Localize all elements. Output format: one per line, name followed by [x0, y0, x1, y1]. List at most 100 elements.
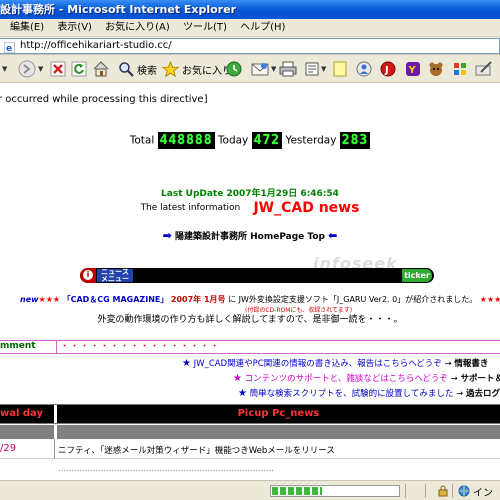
lock-icon	[438, 485, 448, 497]
messenger-button[interactable]	[356, 59, 372, 79]
column-header-day: wal day	[0, 408, 44, 419]
address-bar: e http://officehikariart-studio.cc/	[0, 37, 500, 55]
status-bar: イン	[0, 480, 500, 500]
mail-icon	[251, 63, 269, 76]
red-addon-icon: J	[380, 61, 396, 77]
star-icon: ★	[182, 358, 191, 369]
info-link-search[interactable]: ★ 簡単な検索スクリプトを、試験的に設置してみました → 過去ログ	[238, 387, 500, 399]
magazine-news-body: に JW外変換設定支援ソフト「J_GARU Ver2. 0」が紹介されました。	[228, 295, 478, 304]
info-link-bbs[interactable]: ★ JW_CAD関連やPC関連の情報の書き込み、報告はこちらへどうぞ → 情報書…	[182, 357, 488, 369]
stop-icon	[50, 61, 66, 77]
yesterday-counter: 283	[339, 132, 371, 149]
refresh-button[interactable]	[71, 59, 87, 79]
homepage-top-link[interactable]: 陽建築設計事務所 HomePage Top	[175, 232, 325, 242]
magazine-news: new★★★ 「CAD＆CG MAGAZINE」 2007年 1月号 に JW外…	[20, 294, 500, 305]
messenger-icon	[356, 61, 372, 77]
menu-bar: 編集(E) 表示(V) お気に入り(A) ツール(T) ヘルプ(H)	[0, 19, 500, 37]
yesterday-label: Yesterday	[285, 134, 337, 147]
edit-page-icon	[305, 62, 319, 76]
search-button[interactable]: 検索	[118, 59, 157, 79]
info-link-text: コンテンツのサポートと、雑談などはこちらへどうぞ	[244, 374, 448, 384]
divider	[425, 484, 426, 498]
chevron-down-icon: ▼	[271, 65, 277, 73]
menu-tools[interactable]: ツール(T)	[178, 19, 232, 37]
arrow-left-icon: ⬅	[328, 229, 338, 242]
history-button[interactable]	[225, 59, 243, 79]
security-zone-label: イン	[473, 488, 493, 499]
address-input[interactable]: e http://officehikariart-studio.cc/	[0, 38, 500, 54]
back-dropdown[interactable]: ▼	[0, 59, 7, 79]
comment-row: mment ・・・・・・・・・・・・・・・・	[0, 340, 500, 353]
refresh-icon	[71, 61, 87, 77]
windows-flag-icon	[454, 63, 466, 75]
divider	[405, 484, 406, 498]
stars-decoration-end: ★★★	[479, 295, 500, 304]
load-progress-fill	[272, 487, 323, 495]
forward-arrow-icon	[18, 60, 36, 78]
window-title: 設計事務所 - Microsoft Internet Explorer	[0, 3, 236, 16]
today-counter: 472	[251, 132, 283, 149]
row-news-link[interactable]: ニフティ、「迷惑メール対策ウィザード」機能つきWebメールをリリース	[58, 444, 335, 456]
divider	[452, 484, 453, 498]
page-content: r occurred while processing this directi…	[0, 84, 500, 480]
ssi-error-text: r occurred while processing this directi…	[0, 94, 208, 105]
menu-help[interactable]: ヘルプ(H)	[235, 19, 290, 37]
chevron-down-icon: ▼	[321, 65, 327, 73]
news-ticker[interactable]: i ニュース メニュー ticker	[80, 268, 434, 283]
note-icon	[333, 61, 347, 77]
comment-dots: ・・・・・・・・・・・・・・・・	[60, 342, 221, 352]
menu-view[interactable]: 表示(V)	[52, 19, 97, 37]
red-addon-button[interactable]: J	[380, 59, 396, 79]
explain-text: 外変の動作環境の作り方も詳しく解説してますので、是非御一読を・・・。	[97, 315, 403, 325]
info-link-tail: サポート＆	[460, 374, 500, 384]
menu-edit[interactable]: 編集(E)	[0, 19, 49, 37]
row-date: /29	[0, 443, 17, 454]
info-link-tail: 過去ログ	[465, 389, 500, 399]
info-link-tail: 情報書き	[454, 359, 489, 369]
bear-addon-button[interactable]	[428, 59, 444, 79]
arrow-right-icon: →	[444, 359, 452, 369]
yahoo-icon: Y	[406, 62, 420, 76]
svg-text:J: J	[384, 65, 389, 76]
ticker-button[interactable]: ticker	[402, 269, 432, 282]
table-spacer-row	[0, 425, 500, 439]
edit-button[interactable]: ▼	[305, 59, 326, 79]
search-icon	[119, 62, 134, 77]
browser-window: 設計事務所 - Microsoft Internet Explorer 編集(E…	[0, 0, 500, 500]
ticker-left-cap: i	[80, 268, 96, 283]
row-news-link-partial[interactable]: ………………………………………………………………………	[58, 464, 274, 473]
globe-icon	[458, 485, 470, 497]
print-button[interactable]	[279, 59, 297, 79]
load-progress-bar	[270, 485, 400, 497]
search-label: 検索	[137, 65, 157, 77]
stars-decoration: ★★★	[38, 295, 61, 304]
svg-text:e: e	[6, 44, 12, 53]
latest-info-title[interactable]: JW_CAD news	[253, 200, 359, 216]
stop-button[interactable]	[50, 59, 66, 79]
today-label: Today	[217, 134, 249, 147]
yahoo-addon-button[interactable]: Y	[405, 59, 421, 79]
pen-addon-button[interactable]	[475, 59, 493, 79]
info-link-support[interactable]: ★ コンテンツのサポートと、雑談などはこちらへどうぞ → サポート＆	[233, 372, 500, 384]
menu-favorites[interactable]: お気に入り(A)	[100, 19, 175, 37]
home-button[interactable]	[92, 59, 110, 79]
chevron-down-icon: ▼	[2, 65, 8, 73]
magazine-title[interactable]: 「CAD＆CG MAGAZINE」	[63, 295, 169, 304]
divider	[56, 340, 57, 353]
latest-info-label: The latest information	[140, 203, 241, 213]
svg-text:Y: Y	[408, 65, 417, 76]
arrow-right-icon: →	[450, 374, 458, 384]
star-icon	[162, 60, 179, 77]
ticker-badge: ニュース メニュー	[97, 269, 133, 282]
discuss-button[interactable]	[333, 59, 347, 79]
new-badge: new	[20, 295, 39, 304]
forward-button[interactable]: ▼	[18, 59, 43, 79]
column-header-news: Picup Pc_news	[237, 408, 320, 419]
favorites-button[interactable]: お気に入り	[162, 59, 232, 79]
homepage-top-link-row: ➡ 陽建築設計事務所 HomePage Top ⬅	[0, 229, 500, 242]
access-counter: Total 448888 Today 472 Yesterday 283	[0, 132, 500, 149]
mail-button[interactable]: ▼	[251, 59, 276, 79]
windows-addon-button[interactable]	[452, 59, 468, 79]
pen-icon	[475, 61, 492, 76]
divider	[54, 425, 57, 439]
